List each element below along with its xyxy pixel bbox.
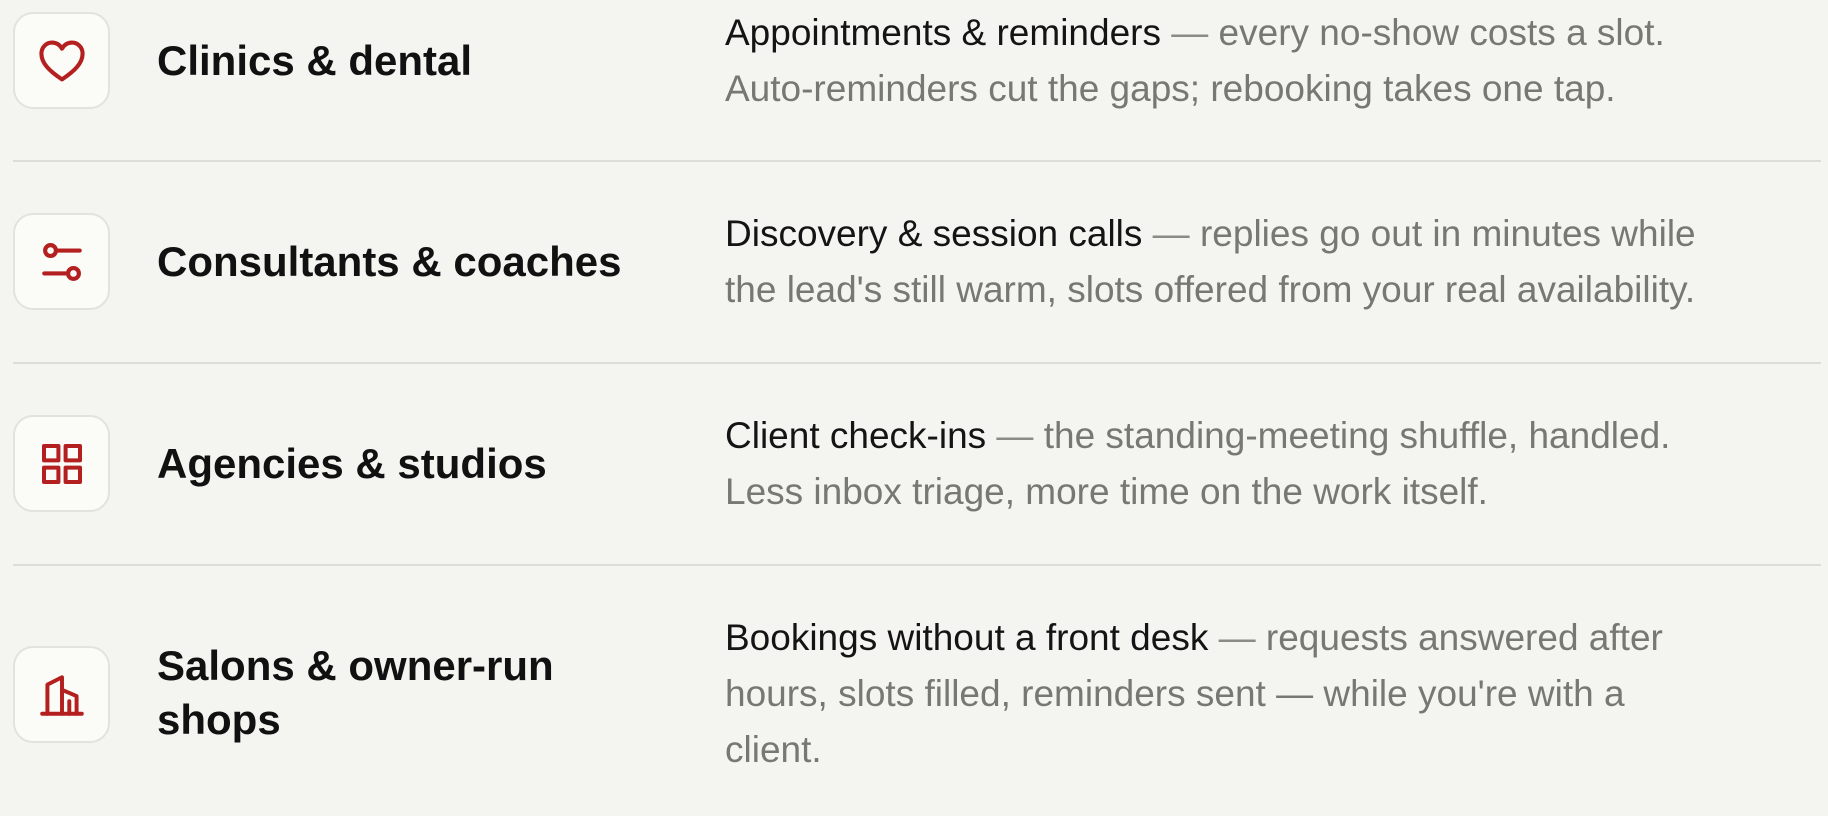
row-description: Bookings without a front desk — requests… xyxy=(725,610,1825,778)
row-description: Discovery & session calls — replies go o… xyxy=(725,206,1825,318)
row-desc-line-3: client. xyxy=(725,729,822,770)
row-lead: Discovery & session calls xyxy=(725,213,1143,254)
list-item-agencies: Agencies & studios Client check-ins — th… xyxy=(0,364,1828,566)
em-dash: — xyxy=(1142,213,1200,254)
row-desc-line-2: Auto-reminders cut the gaps; rebooking t… xyxy=(725,68,1616,109)
row-desc-line-2: Less inbox triage, more time on the work… xyxy=(725,471,1488,512)
row-lead: Appointments & reminders xyxy=(725,12,1161,53)
list-item-clinics: Clinics & dental Appointments & reminder… xyxy=(0,0,1828,162)
grid-icon xyxy=(38,440,86,488)
row-description: Client check-ins — the standing-meeting … xyxy=(725,408,1825,520)
row-desc-line-1: the standing-meeting shuffle, handled. xyxy=(1043,415,1671,456)
heart-icon xyxy=(36,35,88,87)
sliders-icon xyxy=(37,237,87,287)
icon-badge xyxy=(13,415,110,512)
icon-badge xyxy=(13,213,110,310)
storefront-icon xyxy=(37,670,87,720)
row-lead: Bookings without a front desk xyxy=(725,617,1209,658)
row-desc-line-1: every no-show costs a slot. xyxy=(1218,12,1665,53)
row-desc-line-2: the lead's still warm, slots offered fro… xyxy=(725,269,1696,310)
audience-list: Clinics & dental Appointments & reminder… xyxy=(0,0,1828,816)
row-title: Salons & owner-run shops xyxy=(157,639,697,747)
row-title-line-1: Salons & owner-run xyxy=(157,642,554,689)
row-desc-line-2: hours, slots filled, reminders sent — wh… xyxy=(725,673,1625,714)
icon-badge xyxy=(13,646,110,743)
list-item-consultants: Consultants & coaches Discovery & sessio… xyxy=(0,162,1828,364)
row-desc-line-1: requests answered after xyxy=(1265,617,1663,658)
row-description: Appointments & reminders — every no-show… xyxy=(725,5,1825,117)
row-lead: Client check-ins xyxy=(725,415,987,456)
list-item-salons: Salons & owner-run shops Bookings withou… xyxy=(0,566,1828,816)
em-dash: — xyxy=(986,415,1044,456)
row-desc-line-1: replies go out in minutes while xyxy=(1199,213,1696,254)
row-title-line-2: shops xyxy=(157,696,281,743)
row-title: Clinics & dental xyxy=(157,37,473,84)
row-title: Agencies & studios xyxy=(157,440,547,487)
icon-badge xyxy=(13,12,110,109)
em-dash: — xyxy=(1160,12,1219,53)
row-title: Consultants & coaches xyxy=(157,238,622,285)
em-dash: — xyxy=(1208,617,1266,658)
